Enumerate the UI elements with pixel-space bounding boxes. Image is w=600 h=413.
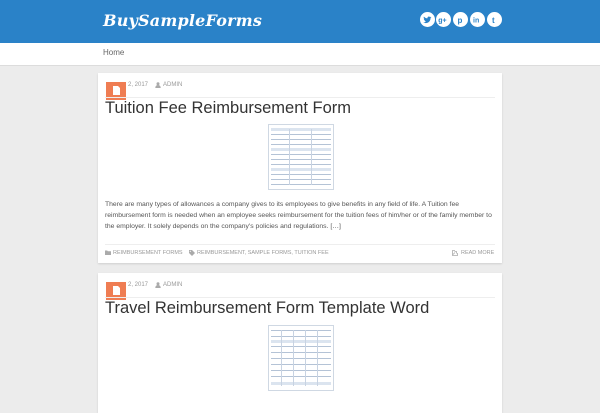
- nav-home-link[interactable]: Home: [103, 48, 124, 57]
- user-icon: [155, 82, 161, 88]
- site-header: BuySampleForms g+ p in t: [0, 0, 600, 43]
- svg-text:t: t: [492, 16, 495, 25]
- post-excerpt: There are many types of allowances a com…: [105, 201, 492, 230]
- pinterest-icon[interactable]: p: [453, 12, 468, 27]
- google-plus-icon[interactable]: g+: [436, 12, 451, 27]
- site-title[interactable]: BuySampleForms: [103, 11, 262, 30]
- post-thumbnail[interactable]: [268, 325, 334, 391]
- meta-divider: [105, 97, 495, 98]
- svg-text:p: p: [458, 16, 463, 25]
- post-date: 2, 2017: [128, 282, 149, 288]
- post-category[interactable]: REIMBURSEMENT FORMS: [113, 250, 183, 256]
- post-card: 2, 2017 ADMIN Tuition Fee Reimbursement …: [98, 73, 502, 263]
- post-date: 2, 2017: [128, 82, 149, 88]
- main-navigation: Home: [0, 43, 600, 66]
- tag-icon: [189, 250, 195, 256]
- post-card: 2, 2017 ADMIN Travel Reimbursement Form …: [98, 273, 502, 413]
- twitter-icon[interactable]: [420, 12, 435, 27]
- post-footer: REIMBURSEMENT FORMS REIMBURSEMENT, SAMPL…: [105, 244, 495, 261]
- post-tags[interactable]: REIMBURSEMENT, SAMPLE FORMS, TUITION FEE: [197, 250, 329, 256]
- link-icon: [452, 250, 458, 256]
- svg-text:g+: g+: [438, 17, 446, 24]
- user-icon: [155, 282, 161, 288]
- read-more-link[interactable]: READ MORE: [461, 250, 494, 256]
- post-title[interactable]: Travel Reimbursement Form Template Word: [105, 299, 429, 318]
- meta-divider: [105, 297, 495, 298]
- post-author[interactable]: ADMIN: [163, 282, 182, 288]
- post-author[interactable]: ADMIN: [163, 82, 182, 88]
- post-thumbnail[interactable]: [268, 124, 334, 190]
- post-title[interactable]: Tuition Fee Reimbursement Form: [105, 99, 351, 118]
- folder-icon: [105, 250, 111, 255]
- linkedin-icon[interactable]: in: [470, 12, 485, 27]
- tumblr-icon[interactable]: t: [487, 12, 502, 27]
- svg-text:in: in: [473, 17, 479, 24]
